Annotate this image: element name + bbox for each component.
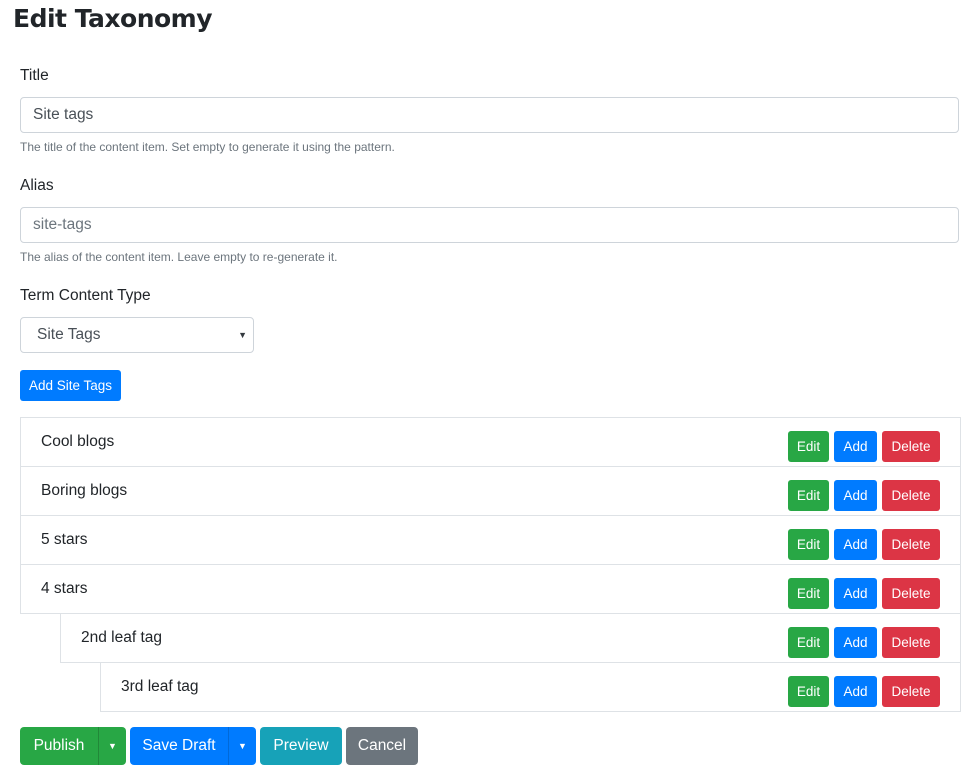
term-content-type-label: Term Content Type xyxy=(20,287,151,304)
caret-down-icon: ▼ xyxy=(108,741,117,751)
title-input[interactable] xyxy=(20,97,959,133)
select-value: Site Tags xyxy=(37,326,101,343)
publish-dropdown-toggle[interactable]: ▼ xyxy=(98,727,126,765)
delete-term-button[interactable]: Delete xyxy=(882,676,940,707)
add-child-term-button[interactable]: Add xyxy=(834,676,877,707)
term-row: 5 stars Edit Add Delete xyxy=(20,515,961,565)
delete-term-button[interactable]: Delete xyxy=(882,578,940,609)
term-content-type-select[interactable]: Site Tags ▼ xyxy=(20,317,254,353)
save-draft-dropdown-toggle[interactable]: ▼ xyxy=(228,727,256,765)
term-row: Boring blogs Edit Add Delete xyxy=(20,466,961,516)
title-label: Title xyxy=(20,67,49,84)
term-row: 2nd leaf tag Edit Add Delete xyxy=(60,613,961,663)
edit-term-button[interactable]: Edit xyxy=(788,676,829,707)
cancel-button[interactable]: Cancel xyxy=(346,727,418,765)
delete-term-button[interactable]: Delete xyxy=(882,431,940,462)
delete-term-button[interactable]: Delete xyxy=(882,627,940,658)
term-name: 4 stars xyxy=(41,580,88,597)
form-actions: Publish ▼ Save Draft ▼ Preview Cancel xyxy=(20,727,418,765)
preview-button[interactable]: Preview xyxy=(260,727,342,765)
delete-term-button[interactable]: Delete xyxy=(882,529,940,560)
add-child-term-button[interactable]: Add xyxy=(834,627,877,658)
add-child-term-button[interactable]: Add xyxy=(834,480,877,511)
add-child-term-button[interactable]: Add xyxy=(834,431,877,462)
alias-label: Alias xyxy=(20,177,54,194)
save-draft-button[interactable]: Save Draft xyxy=(130,727,228,765)
page-title: Edit Taxonomy xyxy=(13,4,213,33)
add-site-tags-button[interactable]: Add Site Tags xyxy=(20,370,121,401)
term-row: Cool blogs Edit Add Delete xyxy=(20,417,961,467)
publish-button-group: Publish ▼ xyxy=(20,727,126,765)
caret-down-icon: ▼ xyxy=(238,741,247,751)
title-hint: The title of the content item. Set empty… xyxy=(20,140,395,154)
caret-down-icon: ▼ xyxy=(238,330,247,340)
term-name: 3rd leaf tag xyxy=(121,678,199,695)
delete-term-button[interactable]: Delete xyxy=(882,480,940,511)
add-child-term-button[interactable]: Add xyxy=(834,529,877,560)
alias-hint: The alias of the content item. Leave emp… xyxy=(20,250,338,264)
publish-button[interactable]: Publish xyxy=(20,727,98,765)
term-row: 3rd leaf tag Edit Add Delete xyxy=(100,662,961,712)
term-name: Cool blogs xyxy=(41,433,115,450)
save-draft-button-group: Save Draft ▼ xyxy=(130,727,256,765)
add-child-term-button[interactable]: Add xyxy=(834,578,877,609)
term-row: 4 stars Edit Add Delete xyxy=(20,564,961,614)
edit-term-button[interactable]: Edit xyxy=(788,480,829,511)
edit-term-button[interactable]: Edit xyxy=(788,578,829,609)
alias-input[interactable] xyxy=(20,207,959,243)
edit-term-button[interactable]: Edit xyxy=(788,627,829,658)
edit-term-button[interactable]: Edit xyxy=(788,529,829,560)
term-name: 2nd leaf tag xyxy=(81,629,163,646)
term-name: Boring blogs xyxy=(41,482,128,499)
edit-term-button[interactable]: Edit xyxy=(788,431,829,462)
term-name: 5 stars xyxy=(41,531,88,548)
